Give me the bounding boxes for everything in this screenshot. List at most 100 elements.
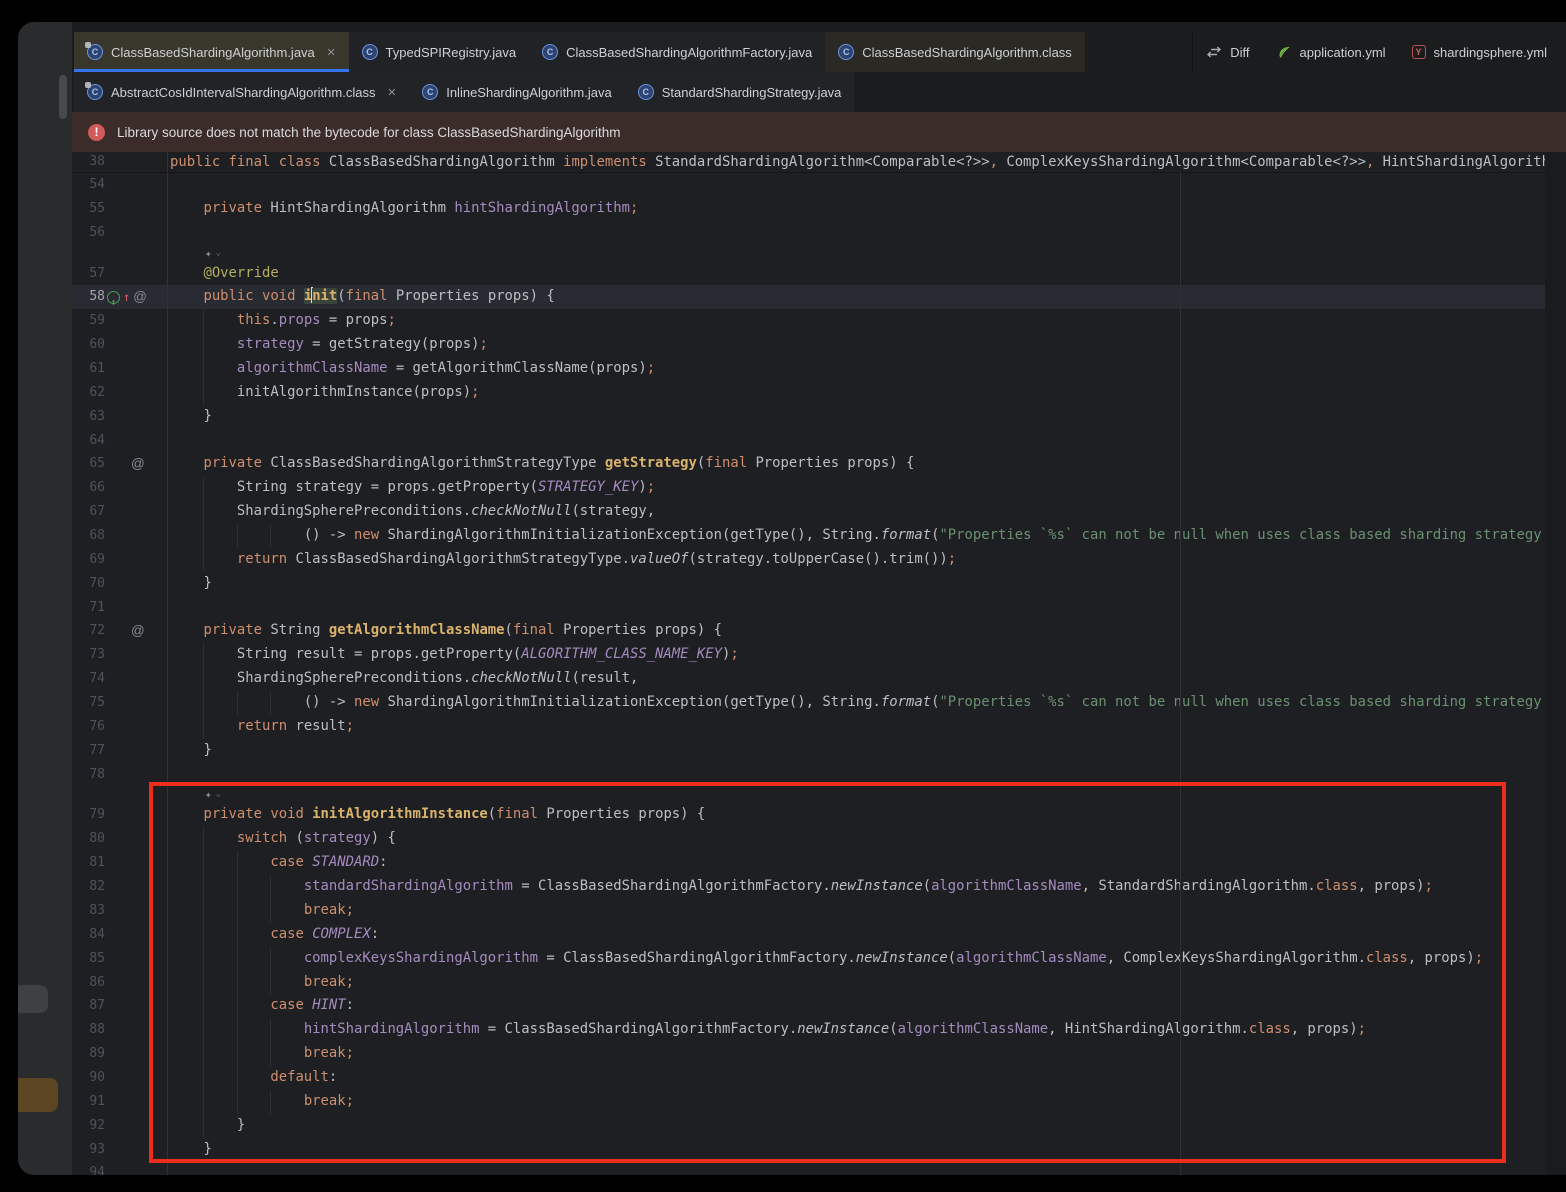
line-number[interactable]: 61 — [72, 357, 105, 381]
editor-tab[interactable]: CClassBasedShardingAlgorithmFactory.java — [529, 32, 825, 72]
line-number[interactable]: 55 — [72, 197, 105, 221]
code-line[interactable] — [168, 429, 1566, 453]
editor-tab[interactable]: CStandardShardingStrategy.java — [625, 72, 855, 112]
line-number[interactable]: 76 — [72, 715, 105, 739]
code-line[interactable] — [168, 221, 1566, 245]
line-number[interactable]: 77 — [72, 739, 105, 763]
overrides-method-icon[interactable]: ↑ — [107, 291, 120, 304]
code-line[interactable]: private String getAlgorithmClassName(fin… — [168, 619, 1566, 643]
code-line[interactable]: () -> new ShardingAlgorithmInitializatio… — [168, 691, 1566, 715]
code-line[interactable]: } — [168, 739, 1566, 763]
ai-inlay-widget[interactable]: ✦⌄ — [205, 248, 221, 259]
editor-tab[interactable]: CClassBasedShardingAlgorithm.java× — [74, 32, 349, 72]
line-number[interactable]: 38 — [72, 152, 105, 172]
code-line[interactable]: return result; — [168, 715, 1566, 739]
code-line[interactable] — [168, 596, 1566, 620]
code-line[interactable]: private HintShardingAlgorithm hintShardi… — [168, 197, 1566, 221]
code-line[interactable]: ShardingSpherePreconditions.checkNotNull… — [168, 667, 1566, 691]
code-line[interactable]: public void init(final Properties props)… — [168, 285, 1566, 309]
line-number[interactable]: 91 — [72, 1090, 105, 1114]
implements-arrow-icon[interactable]: ↑ — [123, 291, 130, 303]
code-line[interactable]: () -> new ShardingAlgorithmInitializatio… — [168, 524, 1566, 548]
line-number[interactable]: 70 — [72, 572, 105, 596]
line-number[interactable]: 88 — [72, 1018, 105, 1042]
line-number[interactable]: 58 — [72, 285, 105, 309]
editor-tab[interactable]: Yshardingsphere.yml — [1399, 32, 1560, 72]
tool-window-button[interactable] — [18, 985, 48, 1013]
line-number[interactable]: 71 — [72, 596, 105, 620]
line-number[interactable]: 59 — [72, 309, 105, 333]
code-line[interactable]: ✦⌄ — [168, 245, 1566, 262]
code-line[interactable] — [168, 173, 1566, 197]
line-number[interactable]: 60 — [72, 333, 105, 357]
editor-tab[interactable]: Diff — [1193, 32, 1262, 72]
line-number[interactable]: 85 — [72, 947, 105, 971]
line-number[interactable]: 89 — [72, 1042, 105, 1066]
editor-tab[interactable]: CAbstractCosIdIntervalShardingAlgorithm.… — [74, 72, 409, 112]
line-number[interactable] — [72, 786, 105, 803]
code-line[interactable]: private ClassBasedShardingAlgorithmStrat… — [168, 452, 1566, 476]
line-number[interactable]: 74 — [72, 667, 105, 691]
line-number[interactable]: 64 — [72, 429, 105, 453]
code-line[interactable]: algorithmClassName = getAlgorithmClassNa… — [168, 357, 1566, 381]
line-number[interactable]: 80 — [72, 827, 105, 851]
code-line[interactable] — [168, 763, 1566, 787]
code-line[interactable]: ShardingSpherePreconditions.checkNotNull… — [168, 500, 1566, 524]
code-line[interactable]: break; — [168, 971, 1566, 995]
code-line[interactable]: default: — [168, 1066, 1566, 1090]
line-number[interactable]: 86 — [72, 971, 105, 995]
annotation-gutter-icon[interactable]: @ — [131, 619, 145, 643]
code-line[interactable]: break; — [168, 1090, 1566, 1114]
line-number[interactable]: 67 — [72, 500, 105, 524]
code-line[interactable]: switch (strategy) { — [168, 827, 1566, 851]
line-number[interactable]: 66 — [72, 476, 105, 500]
code-line[interactable]: break; — [168, 899, 1566, 923]
line-number[interactable]: 92 — [72, 1114, 105, 1138]
code-line[interactable]: strategy = getStrategy(props); — [168, 333, 1566, 357]
code-line[interactable]: String result = props.getProperty(ALGORI… — [168, 643, 1566, 667]
code-line[interactable]: } — [168, 405, 1566, 429]
code-line[interactable] — [168, 1161, 1566, 1175]
code-line[interactable]: return ClassBasedShardingAlgorithmStrate… — [168, 548, 1566, 572]
line-number[interactable]: 93 — [72, 1138, 105, 1162]
close-tab-icon[interactable]: × — [327, 45, 336, 60]
code-line[interactable]: case HINT: — [168, 994, 1566, 1018]
line-number[interactable]: 83 — [72, 899, 105, 923]
line-number[interactable]: 69 — [72, 548, 105, 572]
code-line[interactable]: break; — [168, 1042, 1566, 1066]
code-line[interactable]: @Override — [168, 262, 1566, 286]
annotation-gutter-icon[interactable]: @ — [131, 452, 145, 476]
line-number[interactable]: 63 — [72, 405, 105, 429]
line-number[interactable]: 65 — [72, 452, 105, 476]
code-line[interactable]: standardShardingAlgorithm = ClassBasedSh… — [168, 875, 1566, 899]
editor-tab[interactable]: CTypedSPIRegistry.java — [349, 32, 530, 72]
line-number[interactable]: 56 — [72, 221, 105, 245]
close-tab-icon[interactable]: × — [387, 85, 396, 100]
line-number[interactable]: 90 — [72, 1066, 105, 1090]
code-line[interactable]: } — [168, 1138, 1566, 1162]
code-line[interactable]: case STANDARD: — [168, 851, 1566, 875]
code-line[interactable]: initAlgorithmInstance(props); — [168, 381, 1566, 405]
code-line[interactable]: hintShardingAlgorithm = ClassBasedShardi… — [168, 1018, 1566, 1042]
code-line[interactable]: String strategy = props.getProperty(STRA… — [168, 476, 1566, 500]
editor-tab[interactable]: application.yml — [1263, 32, 1399, 72]
code-line[interactable]: ✦⌄ — [168, 786, 1566, 803]
line-number[interactable]: 82 — [72, 875, 105, 899]
line-number[interactable]: 94 — [72, 1161, 105, 1175]
line-number[interactable]: 72 — [72, 619, 105, 643]
line-number[interactable]: 62 — [72, 381, 105, 405]
editor-tab[interactable]: CClassBasedShardingAlgorithm.class — [825, 32, 1085, 72]
code-line[interactable]: this.props = props; — [168, 309, 1566, 333]
line-number[interactable] — [72, 245, 105, 262]
code-line[interactable]: complexKeysShardingAlgorithm = ClassBase… — [168, 947, 1566, 971]
line-number[interactable]: 75 — [72, 691, 105, 715]
code-line[interactable]: case COMPLEX: — [168, 923, 1566, 947]
tab-scrollbar[interactable] — [59, 75, 67, 119]
annotation-gutter-icon[interactable]: @ — [133, 285, 147, 309]
code-line[interactable]: } — [168, 1114, 1566, 1138]
line-number[interactable]: 54 — [72, 173, 105, 197]
ai-inlay-widget[interactable]: ✦⌄ — [205, 789, 221, 800]
line-number[interactable]: 84 — [72, 923, 105, 947]
code-line[interactable]: } — [168, 572, 1566, 596]
line-number[interactable]: 87 — [72, 994, 105, 1018]
